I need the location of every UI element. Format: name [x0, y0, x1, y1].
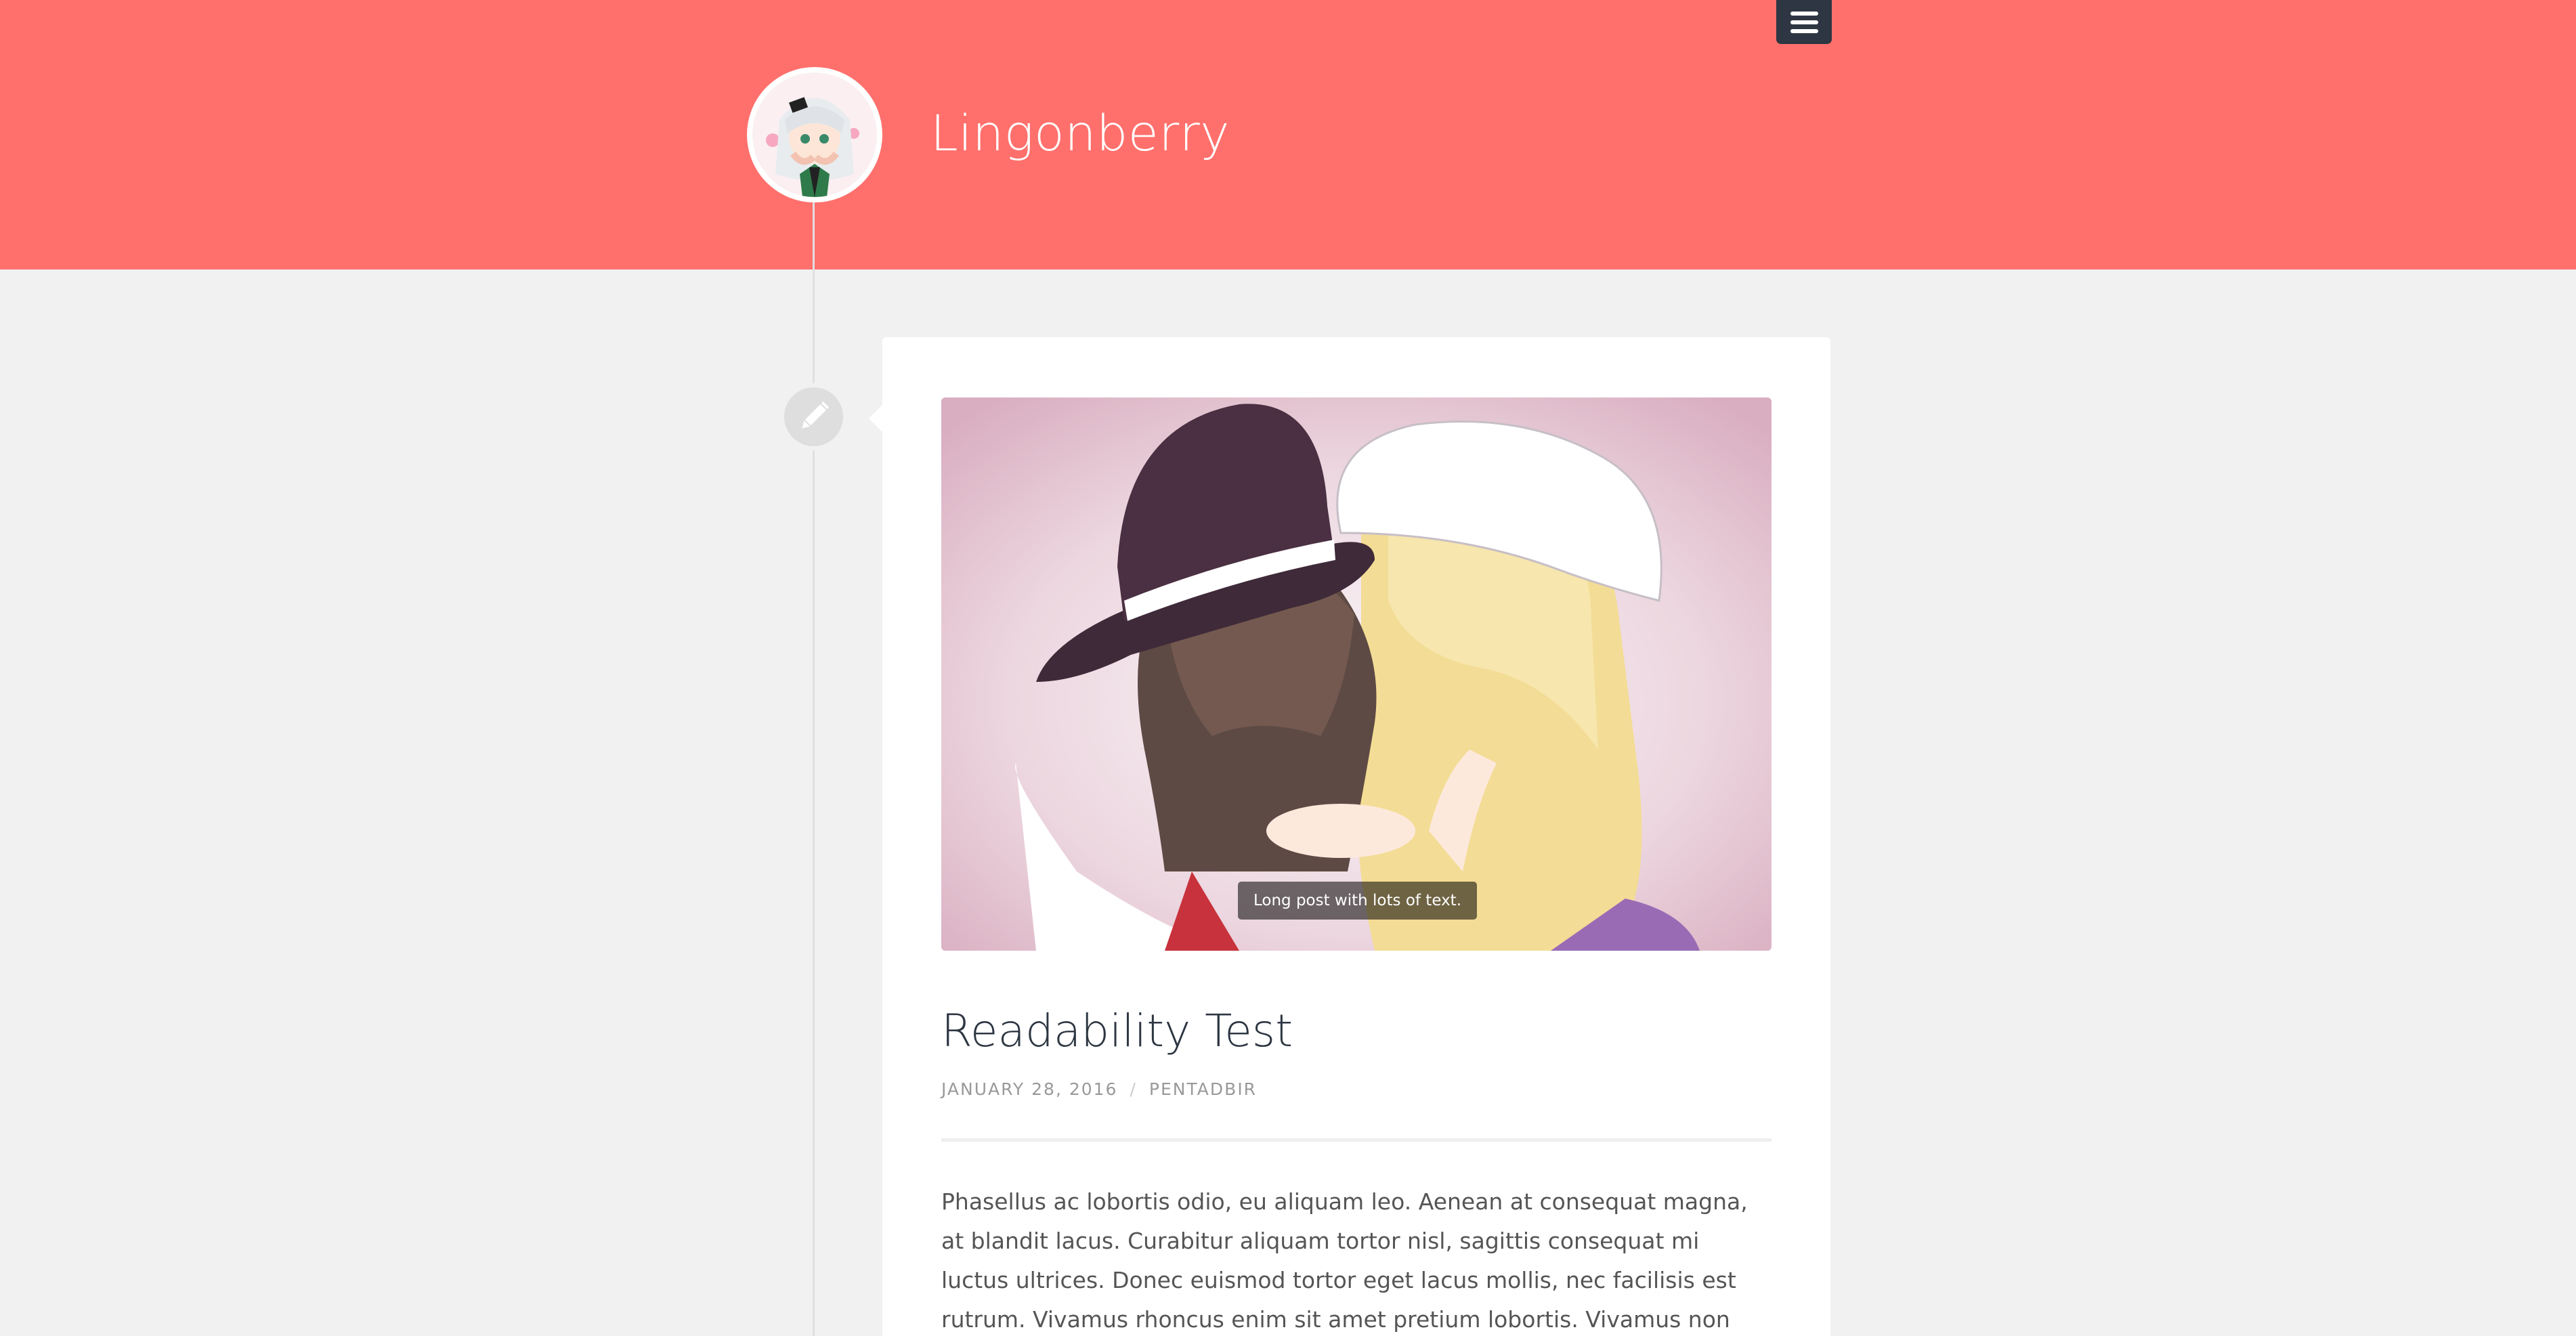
- post-body: Phasellus ac lobortis odio, eu aliquam l…: [941, 1188, 1748, 1333]
- menu-toggle-button[interactable]: [1776, 0, 1832, 44]
- site-avatar[interactable]: [747, 67, 882, 202]
- site-header: Lingonberry: [0, 0, 2576, 270]
- hamburger-menu-icon-bar: [1790, 20, 1818, 24]
- post-author-link[interactable]: PENTADBIR: [1149, 1079, 1257, 1099]
- post-card-arrow: [869, 405, 882, 432]
- hamburger-menu-icon-bar: [1790, 29, 1818, 33]
- post-meta: JANUARY 28, 2016 / PENTADBIR: [941, 1078, 1257, 1101]
- post-title[interactable]: Readability Test: [941, 1001, 1293, 1062]
- hamburger-menu-icon: [1790, 12, 1818, 16]
- post-divider: [941, 1138, 1772, 1142]
- post-format-badge[interactable]: [780, 383, 847, 450]
- avatar-illustration: [752, 72, 877, 197]
- post-date-link[interactable]: JANUARY 28, 2016: [941, 1079, 1117, 1099]
- page: Lingonberry Long post with lots of text.…: [0, 0, 2576, 1336]
- meta-separator: /: [1130, 1079, 1137, 1099]
- featured-image[interactable]: [941, 397, 1772, 951]
- site-title[interactable]: Lingonberry: [930, 100, 1230, 168]
- timeline-line: [813, 202, 815, 1336]
- pencil-icon: [802, 401, 830, 429]
- featured-illustration: [941, 397, 1772, 951]
- image-caption: Long post with lots of text.: [1238, 882, 1477, 920]
